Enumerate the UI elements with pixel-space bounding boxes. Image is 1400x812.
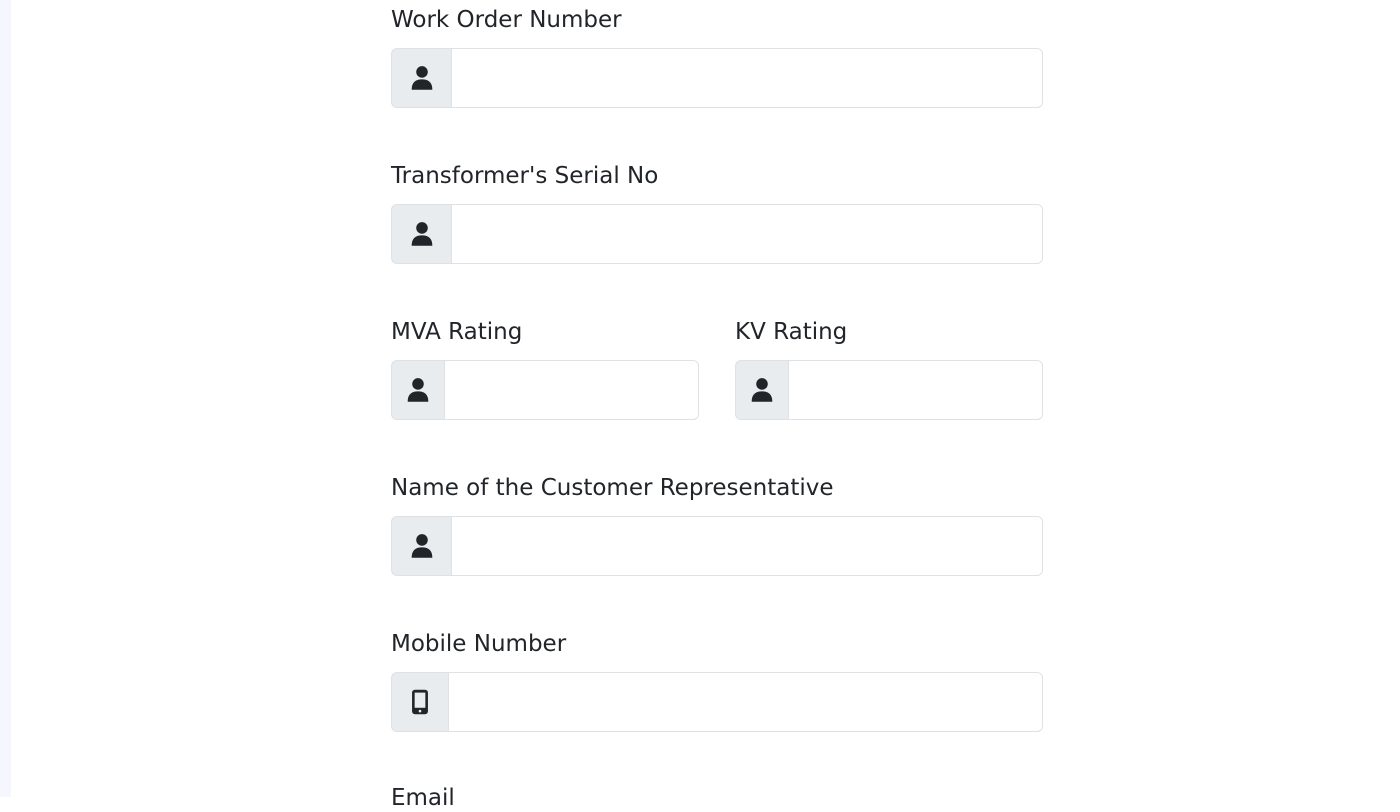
kv-rating-input[interactable] — [788, 360, 1043, 420]
kv-rating-label: KV Rating — [735, 319, 848, 345]
person-icon — [391, 204, 451, 264]
serial-no-input-group — [391, 204, 1043, 264]
kv-rating-input-group — [735, 360, 1043, 420]
work-order-label: Work Order Number — [391, 7, 622, 33]
serial-no-label: Transformer's Serial No — [391, 163, 659, 189]
mva-rating-input[interactable] — [444, 360, 699, 420]
person-icon — [391, 360, 444, 420]
left-sidebar-edge — [0, 0, 11, 797]
work-order-input-group — [391, 48, 1043, 108]
mva-rating-label: MVA Rating — [391, 319, 523, 345]
mobile-phone-icon — [391, 672, 448, 732]
mobile-label: Mobile Number — [391, 631, 567, 657]
serial-no-input[interactable] — [451, 204, 1043, 264]
customer-rep-label: Name of the Customer Representative — [391, 475, 834, 501]
mobile-input-group — [391, 672, 1043, 732]
customer-rep-input[interactable] — [451, 516, 1043, 576]
email-label: Email — [391, 785, 455, 811]
person-icon — [735, 360, 788, 420]
person-icon — [391, 48, 451, 108]
work-order-input[interactable] — [451, 48, 1043, 108]
mva-rating-input-group — [391, 360, 699, 420]
mobile-input[interactable] — [448, 672, 1043, 732]
person-icon — [391, 516, 451, 576]
customer-rep-input-group — [391, 516, 1043, 576]
